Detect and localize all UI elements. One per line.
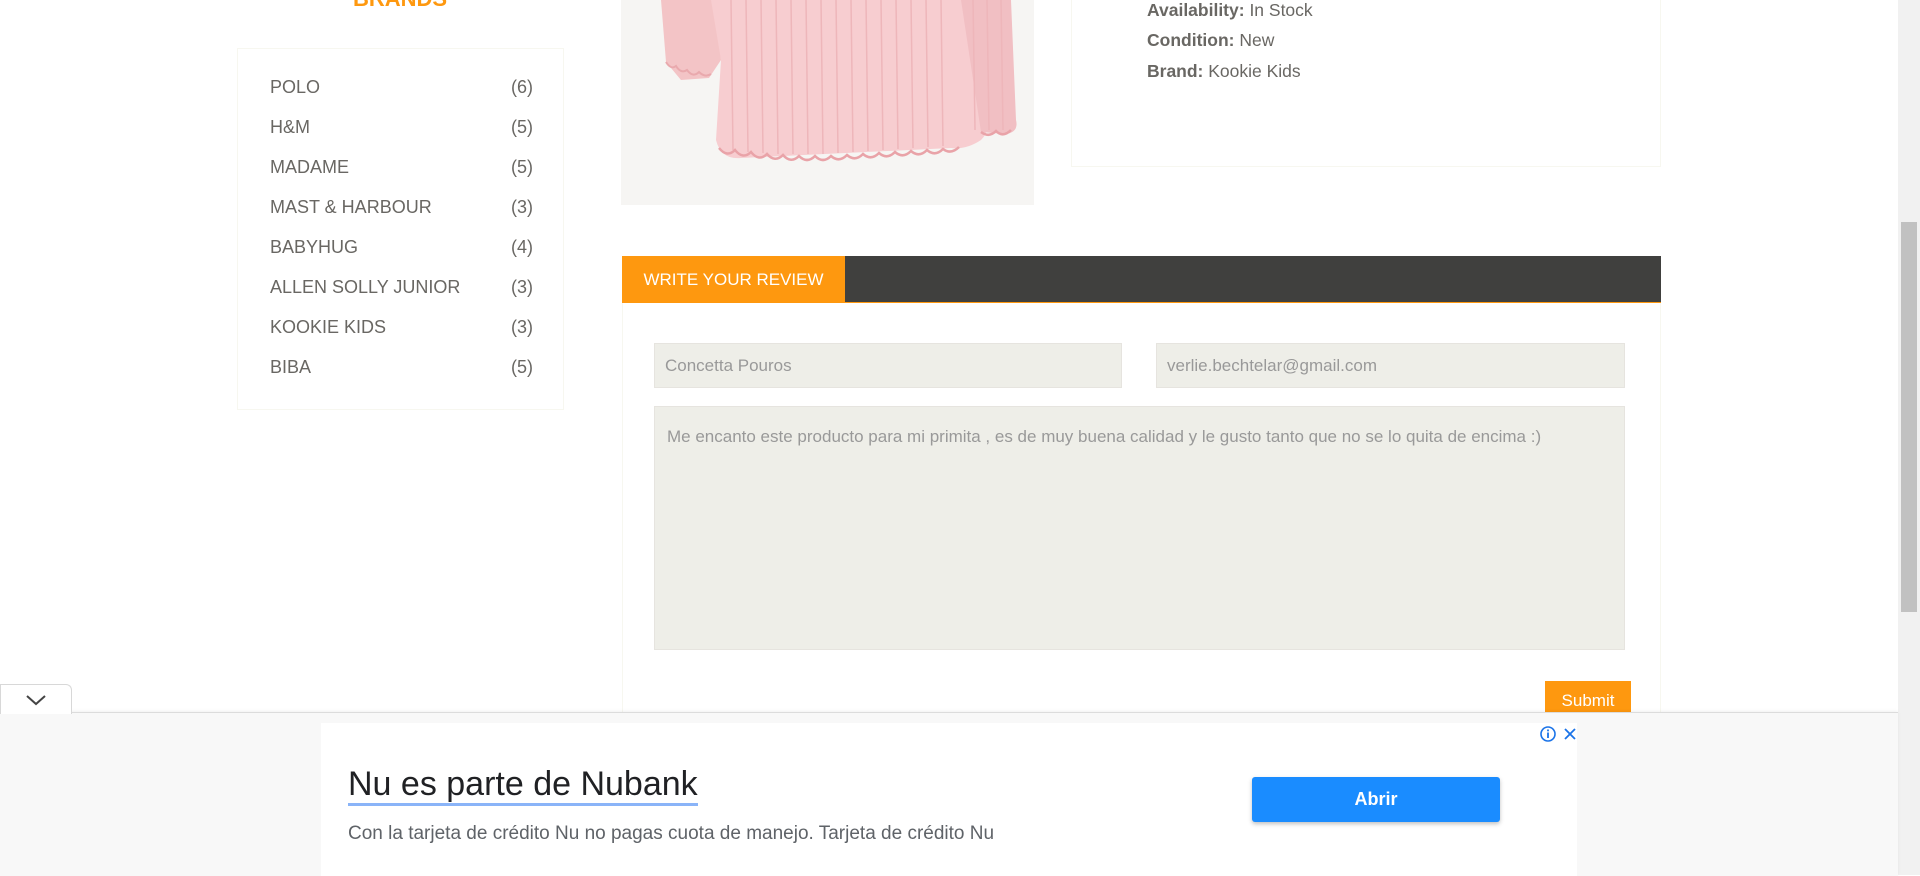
ad-description: Con la tarjeta de crédito Nu no pagas cu… <box>348 823 995 844</box>
brand-count: (3) <box>511 276 533 297</box>
availability-value: In Stock <box>1244 0 1313 20</box>
brand-count: (5) <box>511 116 533 137</box>
condition-value: New <box>1234 30 1275 50</box>
brand-item-hm[interactable]: H&M (5) <box>270 115 533 139</box>
ad-open-button[interactable]: Abrir <box>1252 777 1500 822</box>
brand-item-mast-harbour[interactable]: MAST & HARBOUR (3) <box>270 195 533 219</box>
brand-line: Brand: Kookie Kids <box>1147 61 1301 82</box>
brand-name: BABYHUG <box>270 236 359 257</box>
condition-label: Condition: <box>1147 30 1235 50</box>
brand-item-polo[interactable]: POLO (6) <box>270 75 533 99</box>
brands-panel: POLO (6) H&M (5) MADAME (5) MAST & HARBO… <box>237 48 564 410</box>
brand-item-madame[interactable]: MADAME (5) <box>270 155 533 179</box>
info-icon[interactable] <box>1539 725 1557 743</box>
chevron-down-icon <box>26 695 46 706</box>
brand-item-biba[interactable]: BIBA (5) <box>270 355 533 379</box>
availability-label: Availability: <box>1147 0 1245 20</box>
product-info-panel: Availability: In Stock Condition: New Br… <box>1071 0 1661 167</box>
brand-count: (5) <box>511 356 533 377</box>
brand-value: Kookie Kids <box>1203 61 1301 81</box>
close-icon[interactable] <box>1561 725 1579 743</box>
brand-count: (3) <box>511 196 533 217</box>
availability-line: Availability: In Stock <box>1147 0 1313 21</box>
ad-title-link[interactable]: Nu es parte de Nubank <box>348 766 698 806</box>
ad-collapse-tab[interactable] <box>0 684 72 714</box>
condition-line: Condition: New <box>1147 30 1274 51</box>
brand-name: MAST & HARBOUR <box>270 196 432 217</box>
product-image <box>621 0 1034 205</box>
tab-write-your-review[interactable]: WRITE YOUR REVIEW <box>622 256 845 303</box>
brand-name: MADAME <box>270 156 350 177</box>
review-email-input[interactable]: verlie.bechtelar@gmail.com <box>1156 343 1625 388</box>
product-photo-graphic <box>621 0 1034 205</box>
review-name-input[interactable]: Concetta Pouros <box>654 343 1122 388</box>
page-scrollbar-thumb[interactable] <box>1901 222 1917 612</box>
brand-name: ALLEN SOLLY JUNIOR <box>270 276 461 297</box>
brand-count: (3) <box>511 316 533 337</box>
review-textarea[interactable]: Me encanto este producto para mi primita… <box>654 406 1625 650</box>
brand-name: KOOKIE KIDS <box>270 316 387 337</box>
ad-card: Nu es parte de Nubank Con la tarjeta de … <box>321 723 1577 876</box>
brand-name: H&M <box>270 116 310 137</box>
brand-label: Brand: <box>1147 61 1204 81</box>
brand-item-kookie-kids[interactable]: KOOKIE KIDS (3) <box>270 315 533 339</box>
brand-name: POLO <box>270 76 321 97</box>
brand-item-allen-solly-junior[interactable]: ALLEN SOLLY JUNIOR (3) <box>270 275 533 299</box>
brand-name: BIBA <box>270 356 312 377</box>
ad-banner: Nu es parte de Nubank Con la tarjeta de … <box>0 712 1898 876</box>
brand-count: (6) <box>511 76 533 97</box>
brand-item-babyhug[interactable]: BABYHUG (4) <box>270 235 533 259</box>
brands-heading: BRANDS <box>240 0 560 12</box>
brand-count: (5) <box>511 156 533 177</box>
review-tabs-bar: WRITE YOUR REVIEW <box>622 256 1661 303</box>
brand-count: (4) <box>511 236 533 257</box>
